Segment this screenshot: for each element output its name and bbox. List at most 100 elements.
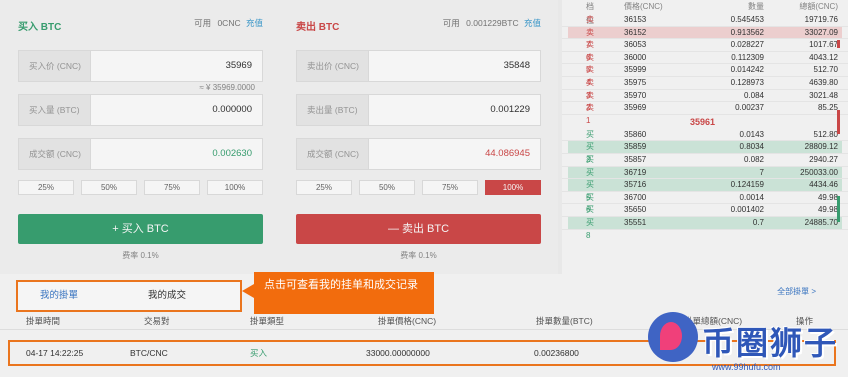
- bid-qty: 0.124159: [730, 180, 764, 190]
- bid-qty: 0.082: [743, 154, 764, 164]
- buy-pct-75-button[interactable]: 75%: [144, 180, 200, 195]
- buy-total-label: 成交额 (CNC): [19, 139, 91, 169]
- ask-price: 36000: [624, 52, 647, 62]
- ask-total: 3021.48: [809, 90, 838, 100]
- buy-price-hint: ≈ ¥ 35969.0000: [199, 83, 255, 92]
- buy-price-value: 35969: [225, 60, 252, 71]
- buy-amount-field[interactable]: 买入量 (BTC) 0.000000: [18, 94, 263, 126]
- sell-price-value: 35848: [503, 60, 530, 71]
- ask-level: 卖8: [586, 15, 594, 37]
- sell-pct-50-button[interactable]: 50%: [359, 180, 415, 195]
- sell-total-field[interactable]: 成交额 (CNC) 44.086945: [296, 138, 541, 170]
- ask-price: 36152: [624, 27, 647, 37]
- ask-total: 4043.12: [809, 52, 838, 62]
- tabs-highlight: [16, 280, 242, 312]
- buy-pct-25-button[interactable]: 25%: [18, 180, 74, 195]
- bid-row[interactable]: 买6 36700 0.0014 49.98: [562, 192, 848, 214]
- ask-total: 1017.67: [809, 40, 838, 50]
- bid-row[interactable]: 买8 35551 0.7 24885.70: [562, 216, 848, 240]
- sell-total-value: 44.086945: [485, 148, 530, 159]
- ask-total: 33027.09: [804, 27, 838, 37]
- ask-row[interactable]: 卖2 35970 0.084 3021.48: [562, 90, 848, 113]
- ask-level: 卖1: [586, 103, 594, 125]
- bid-row[interactable]: 买7 35650 0.001402 49.98: [562, 204, 848, 227]
- buy-price-field[interactable]: 买入价 (CNC) 35969: [18, 50, 263, 82]
- sell-amount-label: 卖出量 (BTC): [297, 95, 369, 125]
- ask-qty: 0.00237: [735, 103, 764, 113]
- ask-level: 卖3: [586, 77, 594, 100]
- buy-amount-value: 0.000000: [212, 104, 252, 115]
- bid-row[interactable]: 买1 35860 0.0143 512.80: [562, 129, 848, 151]
- bid-row[interactable]: 买5 35716 0.124159 4434.46: [562, 179, 848, 202]
- scroll-marker: [837, 110, 840, 134]
- all-orders-link[interactable]: 全部掛單 >: [777, 286, 816, 297]
- ask-row[interactable]: 卖7 36152 0.913562 33027.09: [562, 26, 848, 50]
- available-value: 0CNC: [217, 18, 241, 28]
- sell-price-label: 卖出价 (CNC): [297, 51, 369, 81]
- sell-button[interactable]: — 卖出 BTC: [296, 214, 541, 244]
- available-label: 可用: [194, 18, 212, 28]
- header-time: 掛單時間: [26, 316, 61, 326]
- bid-row[interactable]: 买2 35859 0.8034 28809.12: [562, 141, 848, 164]
- ask-qty: 0.112309: [731, 52, 764, 62]
- header-price: 掛單價格(CNC): [378, 316, 437, 326]
- lion-logo-icon: [648, 312, 698, 362]
- ask-row[interactable]: 卖1 35969 0.00237 85.25: [562, 102, 848, 125]
- ask-level: 卖7: [586, 27, 594, 50]
- ask-row[interactable]: 卖4 35999 0.014242 512.70: [562, 64, 848, 87]
- sell-price-field[interactable]: 卖出价 (CNC) 35848: [296, 50, 541, 82]
- sell-pct-100-button[interactable]: 100%: [485, 180, 541, 195]
- bid-total: 4434.46: [809, 180, 838, 190]
- ask-qty: 0.128973: [730, 77, 764, 87]
- ask-total: 512.70: [813, 65, 838, 75]
- recharge-link[interactable]: 充值: [246, 18, 263, 28]
- ask-price: 35970: [624, 90, 647, 100]
- last-price: 35961: [690, 116, 716, 127]
- sell-amount-field[interactable]: 卖出量 (BTC) 0.001229: [296, 94, 541, 126]
- bid-price: 35650: [624, 205, 647, 215]
- bid-qty: 0.0014: [739, 192, 764, 202]
- ask-level: 卖4: [586, 65, 594, 87]
- ask-price: 35999: [624, 65, 647, 75]
- sell-pct-75-button[interactable]: 75%: [422, 180, 478, 195]
- bid-qty: 7: [759, 167, 764, 177]
- bid-qty: 0.8034: [739, 142, 764, 152]
- bid-list: 买1 35860 0.0143 512.80 买2 35859 0.8034 28809.12…: [562, 129, 848, 240]
- buy-pct-50-button[interactable]: 50%: [81, 180, 137, 195]
- buy-amount-label: 买入量 (BTC): [19, 95, 91, 125]
- ask-row[interactable]: 卖5 36000 0.112309 4043.12: [562, 52, 848, 74]
- bid-qty: 0.001402: [730, 205, 764, 215]
- ask-price: 36153: [624, 15, 647, 24]
- bid-qty: 0.0143: [739, 129, 764, 139]
- ask-total: 19719.76: [804, 15, 838, 24]
- bid-level: 买2: [586, 142, 594, 164]
- buy-total-field[interactable]: 成交额 (CNC) 0.002630: [18, 138, 263, 170]
- bid-level: 买3: [586, 154, 594, 177]
- bid-row[interactable]: 买4 36719 7 250033.00: [562, 166, 848, 189]
- recharge-link[interactable]: 充值: [524, 18, 541, 28]
- ask-row[interactable]: 卖6 36053 0.028227 1017.67: [562, 39, 848, 62]
- bid-total: 24885.70: [804, 217, 838, 227]
- ask-price: 36053: [624, 40, 647, 50]
- sell-percent-buttons: 25% 50% 75% 100%: [296, 180, 541, 195]
- ask-list: 卖8 36153 0.545453 19719.76 卖7 36152 0.913562 33…: [562, 14, 848, 125]
- bid-price: 36700: [624, 192, 647, 202]
- buy-fee: 费率 0.1%: [122, 251, 159, 260]
- bid-total: 49.98: [817, 205, 838, 215]
- scroll-marker: [837, 40, 840, 48]
- buy-button[interactable]: + 买入 BTC: [18, 214, 263, 244]
- ask-level: 卖2: [586, 90, 594, 113]
- buy-column: 买入 BTC 可用 0CNC 充值 买入价 (CNC) 35969 ≈ ¥ 35…: [18, 0, 263, 261]
- ask-row[interactable]: 卖8 36153 0.545453 19719.76: [562, 14, 848, 37]
- bid-price: 36719: [624, 167, 647, 177]
- sell-fee: 费率 0.1%: [400, 251, 437, 260]
- header-level: 档位: [586, 2, 594, 25]
- ask-row[interactable]: 卖3 35975 0.128973 4639.80: [562, 77, 848, 100]
- ask-total: 85.25: [817, 103, 838, 113]
- buy-pct-100-button[interactable]: 100%: [207, 180, 263, 195]
- sell-pct-25-button[interactable]: 25%: [296, 180, 352, 195]
- bid-total: 2940.27: [809, 154, 838, 164]
- bid-row[interactable]: 买3 35857 0.082 2940.27: [562, 154, 848, 177]
- bid-price: 35860: [624, 129, 647, 139]
- ask-total: 4639.80: [809, 77, 838, 87]
